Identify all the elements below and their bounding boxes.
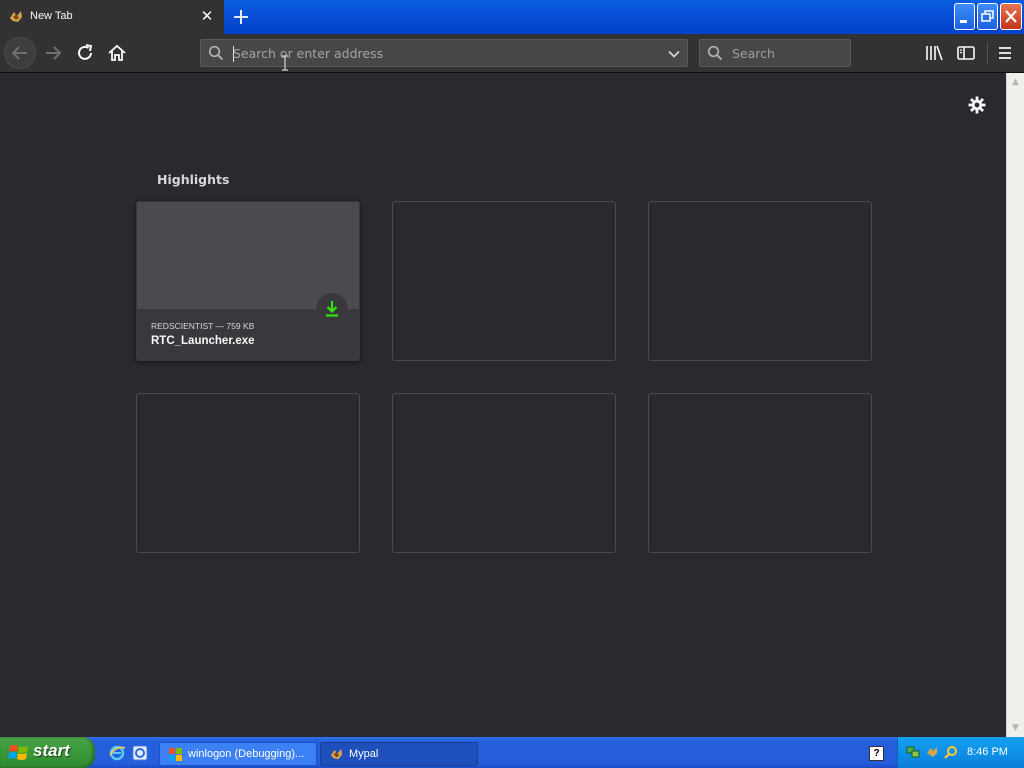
mypal-app-icon [330, 748, 343, 760]
address-bar[interactable]: Search or enter address [200, 39, 688, 67]
gear-icon[interactable] [967, 95, 987, 115]
search-bar-placeholder: Search [732, 46, 775, 61]
search-icon [707, 45, 723, 61]
home-button[interactable] [106, 42, 128, 64]
tab-title: New Tab [30, 10, 73, 22]
taskbar-clock: 8:46 PM [967, 746, 1008, 758]
highlight-card-empty [392, 393, 616, 553]
text-caret [233, 46, 234, 62]
windows-logo-icon [8, 745, 28, 760]
sidebar-icon [957, 46, 975, 60]
mypal-favicon-icon [10, 11, 22, 22]
home-icon [108, 44, 126, 61]
highlight-card-empty [648, 393, 872, 553]
address-bar-placeholder: Search or enter address [233, 46, 384, 61]
download-badge [316, 293, 348, 325]
card-meta: REDSCIENTIST — 759 KB [151, 321, 255, 331]
reload-icon [78, 44, 93, 60]
forward-arrow-icon [46, 46, 62, 60]
start-label: start [33, 741, 70, 760]
menu-hamburger-icon [999, 47, 1011, 59]
tab-close-icon[interactable]: ✕ [199, 8, 215, 24]
menu-button[interactable] [994, 42, 1016, 64]
browser-quicklaunch-icon[interactable] [131, 744, 149, 762]
card-filename: RTC_Launcher.exe [151, 335, 255, 347]
text-cursor-icon [282, 55, 288, 71]
internet-explorer-icon[interactable] [108, 744, 126, 762]
scroll-down-arrow-icon[interactable]: ▼ [1009, 721, 1022, 735]
search-bar[interactable]: Search [699, 39, 851, 67]
search-icon [208, 45, 224, 61]
highlights-heading: Highlights [157, 172, 230, 187]
network-tray-icon[interactable] [906, 745, 920, 759]
help-icon[interactable]: ? [869, 746, 884, 761]
close-window-button[interactable] [1000, 3, 1022, 30]
winlogon-app-icon [169, 748, 182, 761]
toolbar-separator [987, 42, 988, 64]
highlight-card-download[interactable]: REDSCIENTIST — 759 KB RTC_Launcher.exe [136, 201, 360, 361]
highlight-card-empty [136, 393, 360, 553]
library-button[interactable] [923, 42, 945, 64]
vertical-scrollbar[interactable]: ▲ ▼ [1006, 73, 1024, 737]
download-arrow-icon [326, 301, 338, 317]
library-icon [926, 45, 943, 61]
back-arrow-icon [11, 46, 27, 60]
taskbar-item-mypal[interactable]: Mypal [320, 742, 478, 766]
window-titlebar: New Tab ✕ [0, 0, 1024, 34]
scroll-up-arrow-icon[interactable]: ▲ [1009, 75, 1022, 89]
new-tab-page: Highlights REDSCIENTIST — 759 KB RTC_Lau… [0, 73, 1006, 737]
taskbar-item-winlogon[interactable]: winlogon (Debugging)... [159, 742, 317, 766]
search-tray-icon[interactable] [944, 745, 958, 759]
highlight-card-empty [392, 201, 616, 361]
start-button[interactable]: start [0, 737, 95, 768]
back-button[interactable] [4, 37, 36, 69]
highlight-card-empty [648, 201, 872, 361]
tab-new-tab[interactable]: New Tab ✕ [0, 0, 224, 34]
new-tab-plus-icon[interactable] [229, 5, 253, 29]
restore-button[interactable] [977, 3, 998, 30]
navigation-toolbar: Search or enter address Search [0, 34, 1024, 73]
sidebar-button[interactable] [955, 42, 977, 64]
minimize-button[interactable] [954, 3, 975, 30]
dropdown-chevron-icon[interactable] [667, 47, 681, 61]
task-label: winlogon (Debugging)... [188, 748, 305, 760]
reload-button[interactable] [74, 42, 96, 64]
security-tray-icon[interactable] [925, 745, 939, 759]
task-label: Mypal [349, 748, 379, 760]
forward-button[interactable] [42, 42, 64, 64]
